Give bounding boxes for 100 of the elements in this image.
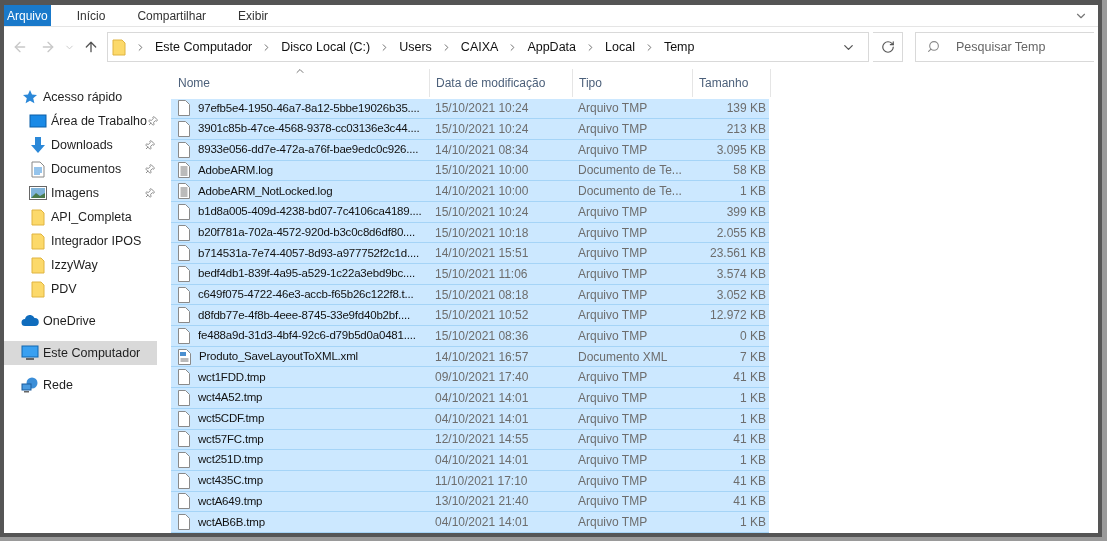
sidebar-item[interactable]: Downloads bbox=[4, 133, 157, 157]
file-row[interactable]: Produto_SaveLayoutToXML.xml 14/10/2021 16:57 Documento XML 7 KB bbox=[171, 346, 769, 368]
file-name: c649f075-4722-46e3-accb-f65b26c122f8.t... bbox=[198, 286, 414, 302]
blank-file-icon bbox=[178, 141, 190, 158]
file-row[interactable]: 8933e056-dd7e-472a-a76f-bae9edc0c926.... 14/10/2021 08:34 Arquivo TMP 3.095 KB bbox=[171, 139, 769, 161]
file-row[interactable]: wct1FDD.tmp 09/10/2021 17:40 Arquivo TMP 41 KB bbox=[171, 367, 769, 389]
sidebar-item[interactable]: PDV bbox=[4, 277, 157, 301]
file-row[interactable]: 3901c85b-47ce-4568-9378-cc03136e3c44.... 15/10/2021 10:24 Arquivo TMP 213 KB bbox=[171, 119, 769, 140]
file-row[interactable]: b1d8a005-409d-4238-bd07-7c4106ca4189.... 15/10/2021 10:24 Arquivo TMP 399 KB bbox=[171, 201, 769, 223]
modified-date: 14/10/2021 10:00 bbox=[434, 183, 530, 201]
refresh-icon bbox=[880, 40, 895, 54]
file-size: 3.574 KB bbox=[715, 265, 767, 283]
breadcrumb[interactable]: Este Computador bbox=[155, 37, 253, 57]
file-row[interactable]: b714531a-7e74-4057-8d93-a977752f2c1d.... 14/10/2021 15:51 Arquivo TMP 23.561 KB bbox=[171, 243, 769, 265]
ribbon-tab[interactable]: Início bbox=[64, 5, 118, 26]
sidebar-item[interactable]: Documentos bbox=[4, 157, 157, 181]
file-type: Arquivo TMP bbox=[577, 121, 649, 139]
sidebar-item[interactable]: Acesso rápido bbox=[4, 85, 157, 109]
blank-file-icon bbox=[178, 286, 190, 303]
file-row[interactable]: wctA649.tmp 13/10/2021 21:40 Arquivo TMP 41 KB bbox=[171, 491, 769, 513]
monitor-icon bbox=[29, 113, 47, 129]
breadcrumb[interactable]: CAIXA bbox=[460, 37, 499, 57]
file-row[interactable]: wctAB6B.tmp 04/10/2021 14:01 Arquivo TMP 1 KB bbox=[171, 512, 769, 533]
blank-file-icon bbox=[178, 203, 190, 220]
modified-date: 15/10/2021 10:00 bbox=[434, 162, 530, 180]
file-name: wct57FC.tmp bbox=[198, 431, 264, 447]
file-row[interactable]: c649f075-4722-46e3-accb-f65b26c122f8.t... 15/10/2021 08:18 Arquivo TMP 3.052 KB bbox=[171, 284, 769, 306]
file-name: wctA649.tmp bbox=[198, 493, 263, 509]
file-name: b714531a-7e74-4057-8d93-a977752f2c1d.... bbox=[198, 245, 419, 261]
file-size: 399 KB bbox=[725, 203, 767, 221]
file-type: Arquivo TMP bbox=[577, 327, 649, 345]
file-size: 1 KB bbox=[739, 410, 767, 428]
file-type: Arquivo TMP bbox=[577, 431, 649, 449]
file-name: AdobeARM_NotLocked.log bbox=[198, 183, 333, 199]
breadcrumb[interactable]: Disco Local (C:) bbox=[281, 37, 371, 57]
refresh-button[interactable] bbox=[873, 32, 903, 62]
blank-file-icon bbox=[178, 307, 190, 324]
sidebar-label: Acesso rápido bbox=[43, 88, 123, 106]
ribbon-tab[interactable]: Compartilhar bbox=[125, 5, 219, 26]
file-name: 3901c85b-47ce-4568-9378-cc03136e3c44.... bbox=[198, 121, 420, 137]
sidebar-item[interactable]: Imagens bbox=[4, 181, 157, 205]
file-row[interactable]: bedf4db1-839f-4a95-a529-1c22a3ebd9bc.... 15/10/2021 11:06 Arquivo TMP 3.574 KB bbox=[171, 264, 769, 285]
column-header[interactable]: Tipo bbox=[572, 69, 692, 97]
modified-date: 15/10/2021 10:18 bbox=[434, 224, 530, 242]
file-row[interactable]: AdobeARM_NotLocked.log 14/10/2021 10:00 Documento de Te... 1 KB bbox=[171, 181, 769, 202]
column-header[interactable]: Tamanho bbox=[692, 69, 770, 97]
search-field[interactable]: Pesquisar Temp bbox=[915, 32, 1094, 62]
blank-file-icon bbox=[178, 100, 190, 117]
file-size: 23.561 KB bbox=[708, 245, 767, 263]
file-name: wct1FDD.tmp bbox=[198, 369, 266, 385]
sidebar-item[interactable]: Área de Trabalho bbox=[4, 109, 157, 133]
file-row[interactable]: wct57FC.tmp 12/10/2021 14:55 Arquivo TMP 41 KB bbox=[171, 429, 769, 451]
sidebar-item[interactable]: OneDrive bbox=[4, 309, 157, 333]
file-row[interactable]: b20f781a-702a-4572-920d-b3c0c8d6df80.... 15/10/2021 10:18 Arquivo TMP 2.055 KB bbox=[171, 222, 769, 244]
sidebar-item[interactable]: Rede bbox=[4, 373, 157, 397]
xml-file-icon bbox=[178, 348, 191, 365]
sidebar-label: PDV bbox=[51, 280, 77, 298]
file-type: Arquivo TMP bbox=[577, 100, 649, 118]
file-row[interactable]: wct251D.tmp 04/10/2021 14:01 Arquivo TMP 1 KB bbox=[171, 450, 769, 471]
breadcrumb[interactable]: Users bbox=[399, 37, 432, 57]
file-name: AdobeARM.log bbox=[198, 162, 273, 178]
modified-date: 14/10/2021 08:34 bbox=[434, 141, 530, 159]
breadcrumb[interactable]: Local bbox=[605, 37, 635, 57]
file-size: 58 KB bbox=[732, 162, 767, 180]
modified-date: 11/10/2021 17:10 bbox=[434, 472, 529, 490]
modified-date: 04/10/2021 14:01 bbox=[434, 410, 530, 428]
ribbon-tab[interactable]: Exibir bbox=[226, 5, 281, 26]
file-row[interactable]: wct435C.tmp 11/10/2021 17:10 Arquivo TMP 41 KB bbox=[171, 470, 769, 492]
sidebar-item[interactable]: API_Completa bbox=[4, 205, 157, 229]
file-row[interactable]: 97efb5e4-1950-46a7-8a12-5bbe19026b35.... 15/10/2021 10:24 Arquivo TMP 139 KB bbox=[171, 98, 769, 120]
file-type: Arquivo TMP bbox=[577, 452, 649, 470]
file-row[interactable]: wct4A52.tmp 04/10/2021 14:01 Arquivo TMP 1 KB bbox=[171, 388, 769, 409]
up-icon[interactable] bbox=[83, 39, 99, 55]
folder-icon bbox=[31, 232, 45, 250]
blank-file-icon bbox=[178, 410, 190, 427]
breadcrumb[interactable]: AppData bbox=[527, 37, 577, 57]
column-header[interactable]: Nome bbox=[171, 69, 429, 97]
sidebar-label: IzzyWay bbox=[51, 256, 98, 274]
modified-date: 09/10/2021 17:40 bbox=[434, 369, 530, 387]
sidebar-item[interactable]: IzzyWay bbox=[4, 253, 157, 277]
column-header[interactable]: Data de modificação bbox=[429, 69, 572, 97]
file-type: Arquivo TMP bbox=[577, 514, 649, 532]
sidebar-item[interactable]: Integrador IPOS bbox=[4, 229, 157, 253]
file-name: b20f781a-702a-4572-920d-b3c0c8d6df80.... bbox=[198, 224, 416, 240]
file-size: 3.052 KB bbox=[715, 286, 767, 304]
file-row[interactable]: wct5CDF.tmp 04/10/2021 14:01 Arquivo TMP 1 KB bbox=[171, 408, 769, 430]
modified-date: 15/10/2021 08:18 bbox=[434, 286, 530, 304]
file-row[interactable]: AdobeARM.log 15/10/2021 10:00 Documento de Te... 58 KB bbox=[171, 160, 769, 182]
file-size: 3.095 KB bbox=[715, 141, 767, 159]
file-type: Arquivo TMP bbox=[577, 265, 649, 283]
sidebar-item[interactable]: Este Computador bbox=[4, 341, 157, 365]
file-row[interactable]: fe488a9d-31d3-4bf4-92c6-d79b5d0a0481.... 15/10/2021 08:36 Arquivo TMP 0 KB bbox=[171, 326, 769, 347]
address-bar[interactable]: Este Computador Disco Local (C:) Users CAIXA AppData Local Temp bbox=[107, 32, 869, 62]
file-row[interactable]: d8fdb77e-4f8b-4eee-8745-33e9fd40b2bf.... 15/10/2021 10:52 Arquivo TMP 12.972 KB bbox=[171, 305, 769, 327]
file-size: 1 KB bbox=[739, 183, 767, 201]
blank-file-icon bbox=[178, 121, 190, 138]
file-type: Arquivo TMP bbox=[577, 493, 649, 511]
breadcrumb[interactable]: Temp bbox=[663, 37, 695, 57]
modified-date: 15/10/2021 10:24 bbox=[434, 121, 530, 139]
sidebar-label: API_Completa bbox=[51, 208, 132, 226]
